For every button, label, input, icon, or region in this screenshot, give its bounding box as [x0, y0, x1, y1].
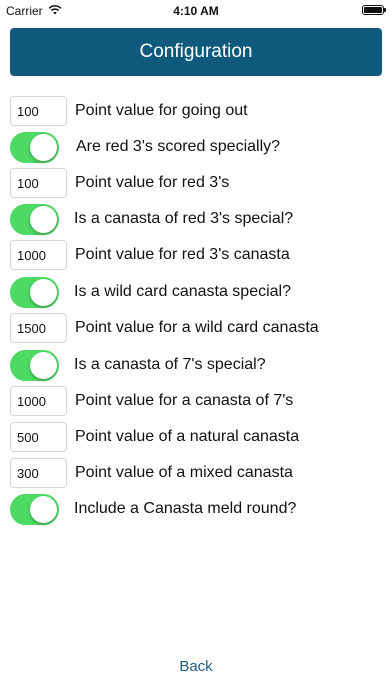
toggle-knob: [30, 133, 57, 161]
red3-value-row: Point value for red 3's: [10, 168, 229, 198]
sevens-canasta-value-row: Point value for a canasta of 7's: [10, 386, 293, 416]
going-out-row: Point value for going out: [10, 96, 248, 126]
red3-canasta-special-row: Is a canasta of red 3's special?: [10, 203, 294, 235]
natural-canasta-row: Point value of a natural canasta: [10, 422, 299, 452]
red3-canasta-special-label: Is a canasta of red 3's special?: [74, 210, 294, 227]
red3-special-toggle[interactable]: [10, 131, 59, 163]
sevens-canasta-value-label: Point value for a canasta of 7's: [75, 392, 294, 409]
red3-special-label: Are red 3's scored specially?: [76, 138, 281, 155]
red3-canasta-value-row: Point value for red 3's canasta: [10, 240, 290, 270]
wild-canasta-special-row: Is a wild card canasta special?: [10, 276, 291, 308]
natural-canasta-input[interactable]: [10, 422, 67, 452]
red3-value-label: Point value for red 3's: [75, 174, 230, 191]
status-time: 4:10 AM: [173, 4, 219, 18]
wild-canasta-value-row: Point value for a wild card canasta: [10, 313, 319, 343]
red3-canasta-value-input[interactable]: [10, 240, 67, 270]
meld-round-row: Include a Canasta meld round?: [10, 493, 297, 525]
mixed-canasta-input[interactable]: [10, 458, 67, 488]
status-bar: Carrier 4:10 AM: [0, 0, 392, 22]
going-out-label: Point value for going out: [75, 102, 248, 119]
wild-canasta-special-toggle[interactable]: [10, 276, 59, 308]
meld-round-toggle[interactable]: [10, 493, 59, 525]
meld-round-label: Include a Canasta meld round?: [74, 500, 297, 517]
toggle-knob: [30, 495, 57, 523]
sevens-canasta-value-input[interactable]: [10, 386, 67, 416]
sevens-canasta-special-row: Is a canasta of 7's special?: [10, 349, 266, 381]
toggle-knob: [30, 278, 57, 306]
mixed-canasta-row: Point value of a mixed canasta: [10, 458, 293, 488]
sevens-canasta-special-label: Is a canasta of 7's special?: [74, 356, 266, 373]
red3-canasta-value-label: Point value for red 3's canasta: [75, 246, 290, 263]
back-button[interactable]: Back: [0, 658, 392, 675]
natural-canasta-label: Point value of a natural canasta: [75, 428, 300, 445]
red3-canasta-special-toggle[interactable]: [10, 203, 59, 235]
page-title: Configuration: [10, 28, 382, 76]
sevens-canasta-special-toggle[interactable]: [10, 349, 59, 381]
battery-icon: [362, 5, 386, 15]
red3-special-row: Are red 3's scored specially?: [10, 131, 281, 163]
wild-canasta-value-input[interactable]: [10, 313, 67, 343]
wild-canasta-value-label: Point value for a wild card canasta: [75, 319, 319, 336]
toggle-knob: [30, 205, 57, 233]
red3-value-input[interactable]: [10, 168, 67, 198]
wild-canasta-special-label: Is a wild card canasta special?: [74, 283, 291, 300]
mixed-canasta-label: Point value of a mixed canasta: [75, 464, 293, 481]
going-out-input[interactable]: [10, 96, 67, 126]
toggle-knob: [30, 351, 57, 379]
